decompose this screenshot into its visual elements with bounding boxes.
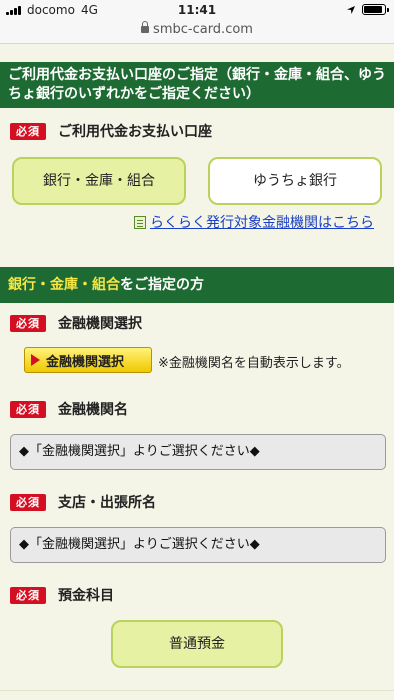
option-bank[interactable]: 銀行・金庫・組合 — [12, 157, 186, 205]
required-badge: 必須 — [10, 400, 46, 418]
eligible-institutions-link[interactable]: らくらく発行対象金融機関はこちら — [134, 212, 374, 232]
required-badge: 必須 — [10, 314, 46, 332]
battery-icon — [362, 4, 389, 15]
status-right — [346, 4, 389, 15]
field-label: 支店・出張所名 — [58, 495, 156, 511]
required-badge: 必須 — [10, 122, 46, 140]
field-label: ご利用代金お支払い口座 — [58, 124, 212, 140]
option-japan-post-bank[interactable]: ゆうちょ銀行 — [208, 157, 382, 205]
field-label-payment-account: 必須 ご利用代金お支払い口座 — [0, 121, 394, 141]
required-badge: 必須 — [10, 493, 46, 511]
lock-icon — [141, 21, 150, 33]
button-label: 金融機関選択 — [46, 354, 125, 370]
field-label: 預金科目 — [58, 588, 114, 604]
section-title-rest: をご指定の方 — [120, 277, 204, 293]
arrow-right-icon — [31, 354, 40, 366]
document-icon — [134, 215, 146, 229]
auto-display-note: ※金融機関名を自動表示します。 — [158, 356, 350, 371]
section-header-payment-account: ご利用代金お支払い口座のご指定（銀行・金庫・組合、ゆうちょ銀行のいずれかをご指定… — [0, 62, 394, 108]
field-label-branch-name: 必須 支店・出張所名 — [0, 492, 394, 512]
battery-level — [364, 6, 382, 13]
field-label: 金融機関選択 — [58, 316, 142, 332]
address-bar[interactable]: smbc-card.com — [0, 20, 394, 44]
location-icon — [347, 5, 355, 14]
deposit-type-ordinary[interactable]: 普通預金 — [111, 620, 283, 668]
field-label-bank-name: 必須 金融機関名 — [0, 399, 394, 419]
field-label-bank-select: 必須 金融機関選択 — [0, 313, 394, 333]
field-label: 金融機関名 — [58, 402, 128, 418]
select-bank-button[interactable]: 金融機関選択 — [24, 347, 152, 373]
section-title: ご利用代金お支払い口座のご指定（銀行・金庫・組合、ゆうちょ銀行のいずれかをご指定… — [8, 67, 386, 102]
required-badge: 必須 — [10, 586, 46, 604]
branch-name-field[interactable]: ◆「金融機関選択」よりご選択ください◆ — [10, 527, 386, 563]
url-text: smbc-card.com — [153, 22, 253, 37]
clock: 11:41 — [177, 3, 217, 17]
status-bar: docomo 4G 11:41 — [0, 0, 394, 20]
section-header-bank: 銀行・金庫・組合をご指定の方 — [0, 267, 394, 303]
field-label-deposit-type: 必須 預金科目 — [0, 585, 394, 605]
section-title-highlight: 銀行・金庫・組合 — [8, 277, 120, 293]
bank-name-field[interactable]: ◆「金融機関選択」よりご選択ください◆ — [10, 434, 386, 470]
page-bottom — [0, 690, 394, 700]
link-text: らくらく発行対象金融機関はこちら — [150, 215, 374, 231]
